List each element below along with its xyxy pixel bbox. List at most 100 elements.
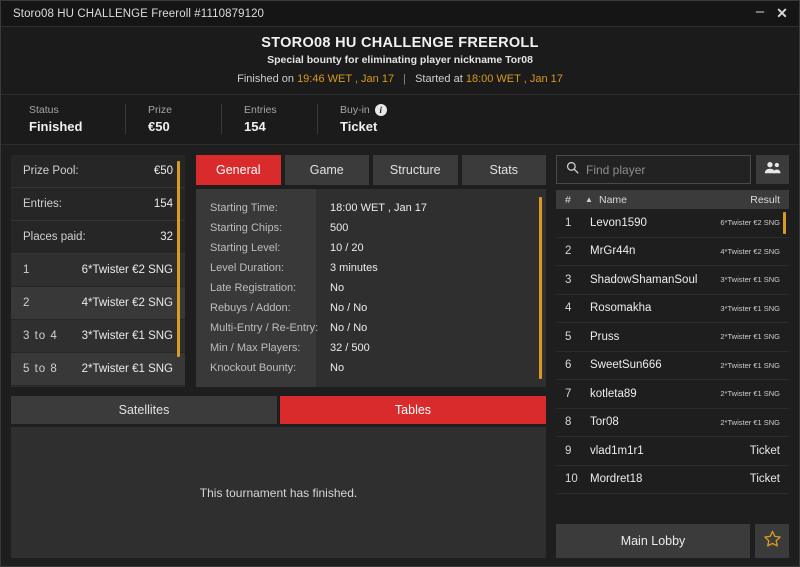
stat-buyin: Buy-in i Ticket	[317, 104, 413, 134]
player-result: 2*Twister €1 SNG	[720, 332, 780, 341]
search-icon	[566, 161, 579, 179]
payout-prize: 3*Twister €1 SNG	[82, 330, 173, 342]
minimize-button[interactable]: –	[749, 3, 771, 25]
payout-row: 3 to 4 3*Twister €1 SNG	[11, 320, 185, 353]
left-column: Prize Pool: €50 Entries: 154 Places paid…	[11, 155, 546, 558]
window-title: Storo08 HU CHALLENGE Freeroll #111087912…	[13, 8, 264, 20]
info-label: Level Duration:	[210, 258, 316, 278]
player-name: vlad1m1r1	[590, 445, 750, 457]
player-result: 2*Twister €1 SNG	[720, 389, 780, 398]
player-name: SweetSun666	[590, 359, 720, 371]
payout-row: 5 to 8 2*Twister €1 SNG	[11, 353, 185, 386]
sort-ascending-icon[interactable]: ▲	[585, 195, 599, 204]
stat-status-value: Finished	[29, 119, 111, 134]
stat-entries-label: Entries	[244, 104, 303, 116]
tab-tables[interactable]: Tables	[280, 396, 546, 424]
left-top-section: Prize Pool: €50 Entries: 154 Places paid…	[11, 155, 546, 387]
player-table-header: # ▲ Name Result	[556, 190, 789, 209]
info-label: Starting Time:	[210, 198, 316, 218]
payout-prize: 2*Twister €1 SNG	[82, 363, 173, 375]
page-title: STORO08 HU CHALLENGE FREEROLL	[1, 35, 799, 51]
table-row[interactable]: 9 vlad1m1r1 Ticket	[556, 437, 789, 466]
tab-general[interactable]: General	[196, 155, 281, 185]
player-list-scrollbar[interactable]	[783, 212, 786, 234]
table-row[interactable]: 6 SweetSun666 2*Twister €1 SNG	[556, 352, 789, 381]
finished-label: Finished on	[237, 73, 294, 85]
stat-buyin-label-text: Buy-in	[340, 104, 370, 116]
favorite-button[interactable]	[755, 524, 789, 558]
table-row[interactable]: 1 Levon1590 6*Twister €2 SNG	[556, 209, 789, 238]
payout-row: 2 4*Twister €2 SNG	[11, 287, 185, 320]
stat-entries-value: 154	[244, 119, 303, 134]
player-result: Ticket	[750, 445, 780, 457]
tab-satellites[interactable]: Satellites	[11, 396, 277, 424]
player-name: ShadowShamanSoul	[590, 274, 720, 286]
info-value: 18:00 WET , Jan 17	[330, 198, 546, 218]
player-name: Tor08	[590, 416, 720, 428]
column-header-num[interactable]: #	[565, 194, 585, 206]
player-list[interactable]: 1 Levon1590 6*Twister €2 SNG 2 MrGr44n 4…	[556, 209, 789, 518]
main-lobby-button[interactable]: Main Lobby	[556, 524, 750, 558]
star-icon	[763, 529, 782, 553]
payout-prize: 4*Twister €2 SNG	[82, 297, 173, 309]
entries-row: Entries: 154	[11, 188, 185, 221]
tournament-finished-message: This tournament has finished.	[200, 486, 357, 500]
table-row[interactable]: 3 ShadowShamanSoul 3*Twister €1 SNG	[556, 266, 789, 295]
stat-prize-label: Prize	[148, 104, 207, 116]
started-label: Started at	[415, 73, 463, 85]
info-label: Min / Max Players:	[210, 338, 316, 358]
lobby-body: Prize Pool: €50 Entries: 154 Places paid…	[1, 145, 799, 566]
column-header-name[interactable]: Name	[599, 194, 750, 206]
prize-pool-value: €50	[154, 165, 173, 177]
info-label: Late Registration:	[210, 278, 316, 298]
player-name: Mordret18	[590, 473, 750, 485]
player-rank: 1	[565, 217, 590, 229]
general-info-scrollbar[interactable]	[539, 197, 542, 379]
entries-label: Entries:	[23, 198, 62, 210]
players-view-button[interactable]	[756, 155, 789, 184]
tab-structure[interactable]: Structure	[373, 155, 458, 185]
stat-buyin-label: Buy-in i	[340, 104, 399, 116]
table-row[interactable]: 8 Tor08 2*Twister €1 SNG	[556, 409, 789, 438]
info-value: No	[330, 358, 546, 378]
info-tabs: General Game Structure Stats	[196, 155, 546, 185]
player-rank: 2	[565, 245, 590, 257]
search-box[interactable]	[556, 155, 751, 184]
info-value: 10 / 20	[330, 238, 546, 258]
player-name: MrGr44n	[590, 245, 720, 257]
player-rank: 6	[565, 359, 590, 371]
info-icon[interactable]: i	[375, 104, 387, 116]
places-paid-row: Places paid: 32	[11, 221, 185, 254]
times-separator: |	[403, 73, 406, 85]
stat-status: Status Finished	[29, 104, 125, 134]
footer-actions: Main Lobby	[556, 524, 789, 558]
tab-game[interactable]: Game	[285, 155, 370, 185]
places-paid-label: Places paid:	[23, 231, 86, 243]
payout-place: 2	[23, 297, 30, 309]
player-rank: 3	[565, 274, 590, 286]
stat-entries: Entries 154	[221, 104, 317, 134]
column-header-result[interactable]: Result	[750, 194, 780, 206]
info-value: No / No	[330, 318, 546, 338]
tables-content: This tournament has finished.	[11, 427, 546, 558]
search-input[interactable]	[586, 163, 741, 177]
table-row[interactable]: 4 Rosomakha 3*Twister €1 SNG	[556, 295, 789, 324]
prize-pool-row: Prize Pool: €50	[11, 155, 185, 188]
table-row[interactable]: 5 Pruss 2*Twister €1 SNG	[556, 323, 789, 352]
table-row[interactable]: 10 Mordret18 Ticket	[556, 466, 789, 495]
close-button[interactable]: ✕	[771, 3, 793, 25]
info-tab-panel: General Game Structure Stats Starting Ti…	[196, 155, 546, 387]
table-row[interactable]: 2 MrGr44n 4*Twister €2 SNG	[556, 238, 789, 267]
started-time: 18:00 WET , Jan 17	[466, 73, 563, 85]
player-result: 3*Twister €1 SNG	[720, 275, 780, 284]
people-icon	[764, 161, 781, 179]
prize-panel-scrollbar[interactable]	[177, 161, 180, 357]
player-rank: 8	[565, 416, 590, 428]
info-label: Rebuys / Addon:	[210, 298, 316, 318]
info-value: 32 / 500	[330, 338, 546, 358]
player-rank: 9	[565, 445, 590, 457]
player-name: Rosomakha	[590, 302, 720, 314]
tab-content-general: Starting Time: Starting Chips: Starting …	[196, 189, 546, 387]
table-row[interactable]: 7 kotleta89 2*Twister €1 SNG	[556, 380, 789, 409]
tab-stats[interactable]: Stats	[462, 155, 547, 185]
